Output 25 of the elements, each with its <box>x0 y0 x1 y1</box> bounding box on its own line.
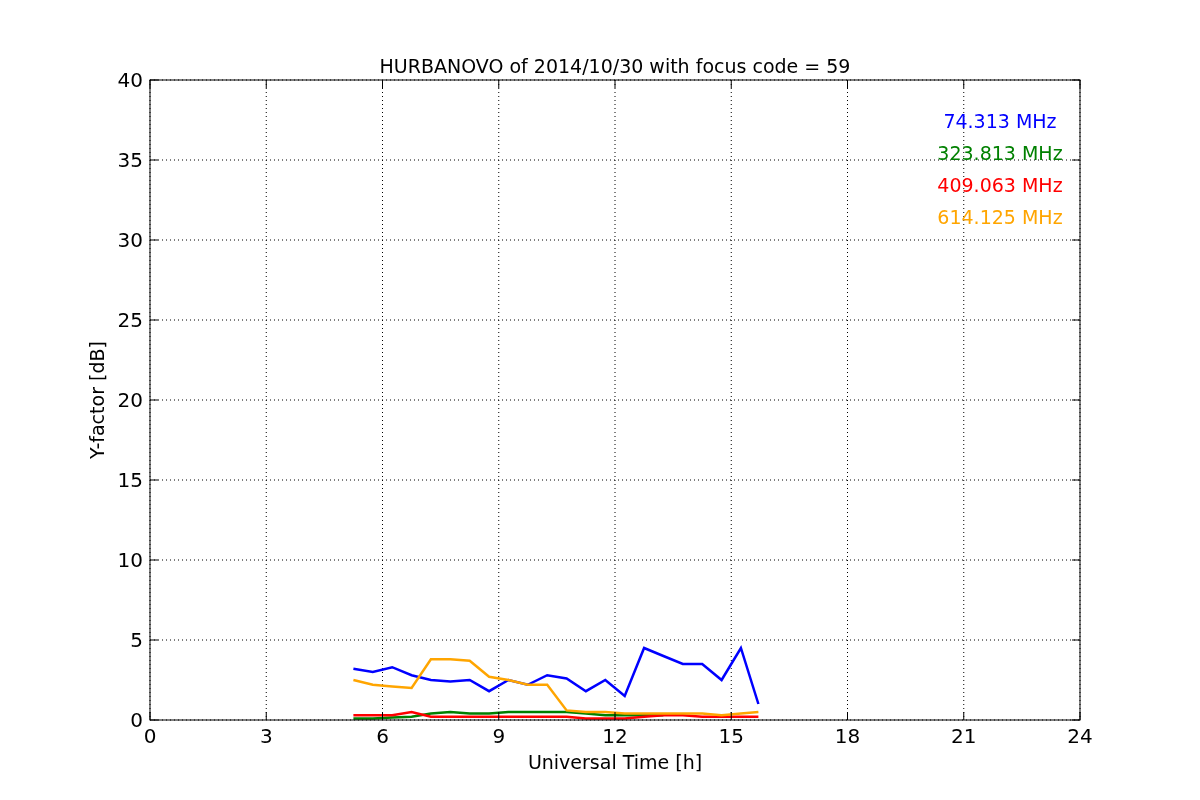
tick-label: 21 <box>951 724 977 748</box>
chart-title: HURBANOVO of 2014/10/30 with focus code = 59 <box>379 55 851 77</box>
tick-label: 0 <box>143 724 157 748</box>
tick-label: 35 <box>117 148 143 172</box>
tick-label: 15 <box>117 468 143 492</box>
tick-label: 3 <box>259 724 273 748</box>
tick-label: 30 <box>117 228 143 252</box>
x-axis-label: Universal Time [h] <box>527 751 703 773</box>
tick-label: 25 <box>117 308 143 332</box>
tick-label: 12 <box>602 724 628 748</box>
legend-label: 74.313 MHz <box>943 110 1057 132</box>
y-axis-label: Y-factor [dB] <box>86 341 108 459</box>
tick-label: 5 <box>130 628 143 652</box>
legend-label: 614.125 MHz <box>937 206 1063 228</box>
tick-label: 9 <box>492 724 506 748</box>
tick-label: 40 <box>117 68 143 92</box>
tick-label: 20 <box>117 388 143 412</box>
legend-label: 323.813 MHz <box>937 142 1063 164</box>
tick-label: 6 <box>376 724 389 748</box>
tick-label: 18 <box>834 724 861 748</box>
tick-label: 10 <box>117 548 143 572</box>
tick-label: 24 <box>1067 724 1093 748</box>
legend-label: 409.063 MHz <box>937 174 1063 196</box>
tick-label: 15 <box>718 724 744 748</box>
tick-label: 0 <box>130 708 143 732</box>
